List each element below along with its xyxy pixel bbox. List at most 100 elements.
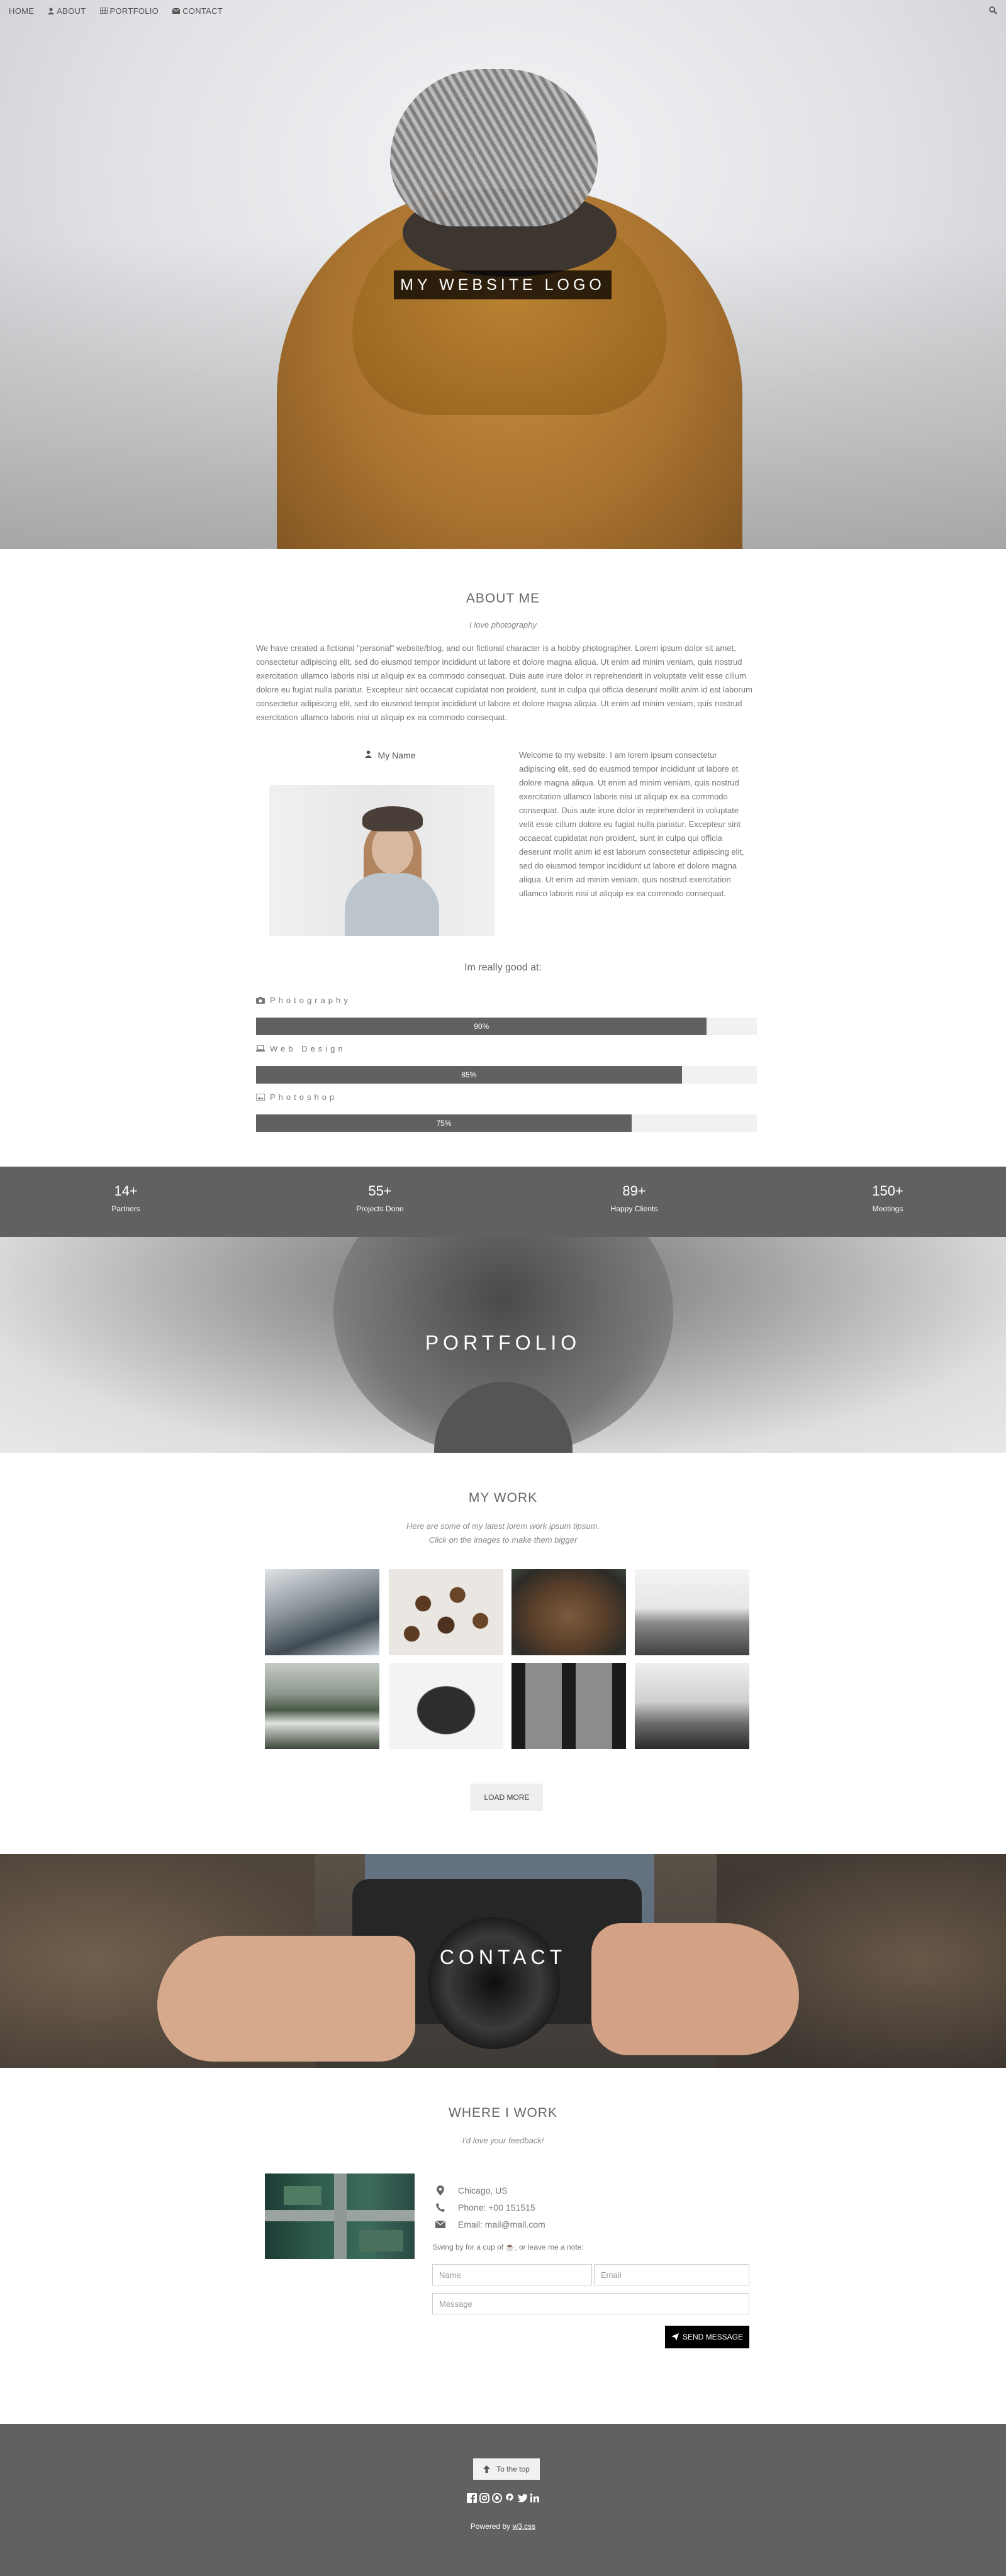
- stat-number: 14+: [114, 1183, 138, 1199]
- skill-percent: 85%: [461, 1070, 477, 1079]
- th-icon: [99, 8, 108, 14]
- work-subtitle-1: Here are some of my latest lorem work ip…: [406, 1521, 600, 1531]
- contact-email: Email: mail@mail.com: [435, 2219, 545, 2229]
- name-input[interactable]: Name: [432, 2264, 592, 2285]
- work-image-mountains[interactable]: [265, 1569, 379, 1655]
- nav-contact-label: CONTACT: [182, 6, 223, 16]
- welcome-paragraph: Welcome to my website. I am lorem ipsum …: [519, 750, 744, 898]
- paper-plane-icon: [671, 2333, 679, 2341]
- nav-home-label: HOME: [9, 6, 35, 16]
- skill-percent: 75%: [436, 1119, 452, 1128]
- work-title: MY WORK: [468, 1491, 538, 1505]
- stat-label: Partners: [111, 1204, 140, 1213]
- nav-portfolio-label: PORTFOLIO: [109, 6, 159, 16]
- nav-contact[interactable]: CONTACT: [172, 6, 223, 16]
- hero-hat-image: [390, 69, 598, 226]
- hero-section: MY WEBSITE LOGO: [0, 0, 1006, 549]
- work-image-forest[interactable]: [265, 1663, 379, 1749]
- send-message-button[interactable]: SEND MESSAGE: [665, 2326, 749, 2348]
- skill-fill: 75%: [256, 1114, 632, 1132]
- search-icon[interactable]: [989, 6, 997, 14]
- map-image: [265, 2174, 415, 2259]
- envelope-icon: [172, 8, 181, 14]
- site-logo: MY WEBSITE LOGO: [394, 270, 612, 299]
- my-name-heading: My Name: [327, 750, 453, 760]
- stat-number: 150+: [872, 1183, 903, 1199]
- stat-label: Happy Clients: [610, 1204, 658, 1213]
- to-top-button[interactable]: To the top: [473, 2458, 540, 2480]
- skills-heading: Im really good at:: [464, 962, 542, 973]
- contact-banner-title: CONTACT: [439, 1946, 567, 1968]
- contact-phone-text: Phone: +00 151515: [458, 2202, 535, 2212]
- skill-name: Photography: [270, 996, 351, 1005]
- work-image-ocean[interactable]: [635, 1569, 749, 1655]
- contact-subtitle: I'd love your feedback!: [462, 2136, 544, 2145]
- nav-home[interactable]: HOME: [9, 6, 34, 16]
- stats-band: 14+ Partners 55+ Projects Done 89+ Happy…: [0, 1167, 1006, 1237]
- top-nav: HOME ABOUT PORTFOLIO CONTACT: [0, 0, 1006, 21]
- skill-label-photoshop: Photoshop: [256, 1092, 337, 1102]
- email-input[interactable]: Email: [594, 2264, 749, 2285]
- camera-icon: [256, 997, 265, 1004]
- stat-number: 89+: [622, 1183, 646, 1199]
- contact-title: WHERE I WORK: [449, 2106, 557, 2120]
- skill-fill: 85%: [256, 1066, 682, 1084]
- contact-location: Chicago, US: [435, 2185, 508, 2196]
- stat-partners: 14+ Partners: [63, 1183, 189, 1213]
- arrow-up-icon: [483, 2465, 491, 2473]
- linkedin-icon[interactable]: [530, 2493, 540, 2503]
- instagram-icon[interactable]: [479, 2493, 489, 2503]
- image-icon: [256, 1094, 265, 1101]
- phone-icon: [436, 2203, 445, 2212]
- portfolio-banner: PORTFOLIO: [0, 1237, 1006, 1453]
- stat-projects: 55+ Projects Done: [317, 1183, 443, 1213]
- pinterest-icon[interactable]: [505, 2493, 515, 2503]
- send-message-label: SEND MESSAGE: [682, 2333, 744, 2341]
- stat-label: Meetings: [872, 1204, 903, 1213]
- contact-location-text: Chicago, US: [458, 2185, 508, 2196]
- my-name-label: My Name: [377, 750, 416, 760]
- nav-about-label: ABOUT: [57, 6, 86, 16]
- skill-percent: 90%: [474, 1022, 489, 1031]
- about-portrait-image: [269, 785, 495, 936]
- laptop-icon: [256, 1045, 265, 1052]
- envelope-icon: [435, 2221, 445, 2228]
- skill-bar-photoshop: 75%: [256, 1114, 757, 1132]
- stat-label: Projects Done: [356, 1204, 404, 1213]
- footer: To the top Powered by w3.css: [0, 2424, 1006, 2576]
- contact-email-text: Email: mail@mail.com: [458, 2219, 545, 2229]
- contact-banner: CONTACT: [0, 1854, 1006, 2068]
- work-image-train[interactable]: [511, 1663, 626, 1749]
- work-subtitle-2: Click on the images to make them bigger: [428, 1535, 578, 1545]
- skill-bar-photography: 90%: [256, 1018, 757, 1035]
- work-image-lake[interactable]: [635, 1663, 749, 1749]
- map-marker-icon: [437, 2185, 444, 2196]
- message-input[interactable]: Message: [432, 2293, 749, 2314]
- skill-label-webdesign: Web Design: [256, 1044, 346, 1053]
- twitter-icon[interactable]: [517, 2493, 527, 2503]
- stat-clients: 89+ Happy Clients: [571, 1183, 697, 1213]
- skill-name: Web Design: [270, 1044, 346, 1053]
- stat-meetings: 150+ Meetings: [825, 1183, 951, 1213]
- social-icons: [0, 2493, 1006, 2503]
- contact-note: Swing by for a cup of ☕, or leave me a n…: [433, 2243, 584, 2251]
- nav-portfolio[interactable]: PORTFOLIO: [99, 6, 159, 16]
- skill-bar-webdesign: 85%: [256, 1066, 757, 1084]
- powered-by-link[interactable]: w3.css: [513, 2522, 536, 2531]
- about-paragraph: We have created a fictional "personal" w…: [256, 643, 752, 722]
- snapchat-icon[interactable]: [491, 2493, 502, 2503]
- skill-label-photography: Photography: [256, 996, 351, 1005]
- to-top-label: To the top: [496, 2465, 530, 2473]
- stat-number: 55+: [368, 1183, 392, 1199]
- powered-by-text: Powered by: [470, 2522, 513, 2531]
- skill-name: Photoshop: [270, 1092, 338, 1102]
- skill-fill: 90%: [256, 1018, 707, 1035]
- user-icon: [48, 7, 55, 14]
- work-image-coffee[interactable]: [389, 1569, 503, 1655]
- user-icon: [364, 750, 372, 758]
- work-image-bear[interactable]: [511, 1569, 626, 1655]
- nav-about[interactable]: ABOUT: [48, 6, 86, 16]
- load-more-button[interactable]: LOAD MORE: [471, 1784, 543, 1811]
- facebook-icon[interactable]: [466, 2493, 477, 2503]
- work-image-typewriter[interactable]: [389, 1663, 503, 1749]
